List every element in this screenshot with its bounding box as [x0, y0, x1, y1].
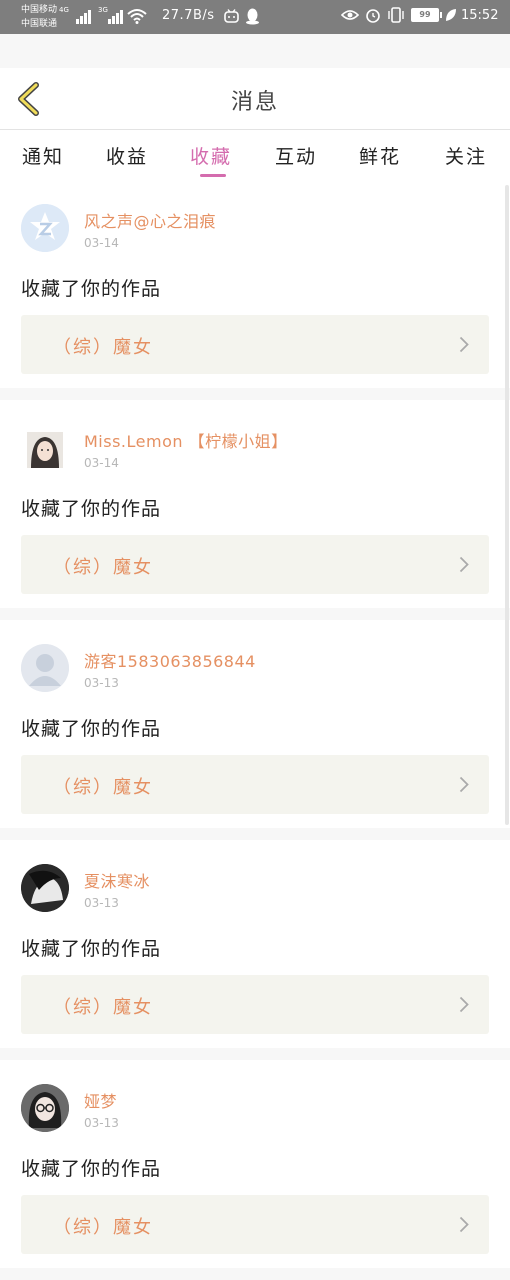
girl-photo-icon [27, 432, 63, 468]
carrier-info: 中国移动 4G 中国联通 [21, 3, 69, 31]
bilibili-icon [224, 9, 239, 23]
chevron-right-icon [459, 1216, 469, 1233]
avatar[interactable] [21, 644, 69, 692]
chevron-right-icon [459, 556, 469, 573]
action-text: 收藏了你的作品 [21, 278, 162, 300]
tab-follow[interactable]: 关注 [445, 142, 487, 169]
action-text: 收藏了你的作品 [21, 498, 162, 520]
signal-icon-2 [108, 8, 123, 24]
username[interactable]: 夏沫寒冰 [84, 868, 150, 892]
page-title: 消息 [230, 90, 279, 115]
active-tab-indicator [200, 174, 226, 177]
glasses-photo-icon [21, 1084, 69, 1132]
work-link[interactable]: （综）魔女 [21, 315, 489, 374]
carrier2-label: 中国联通 [21, 19, 58, 29]
work-title: （综）魔女 [53, 997, 153, 1018]
message-date: 03-13 [84, 1116, 119, 1130]
zhihu-style-avatar-icon [21, 204, 69, 252]
clock: 15:52 [461, 8, 499, 23]
username[interactable]: 娅梦 [84, 1088, 117, 1112]
action-text: 收藏了你的作品 [21, 1158, 162, 1180]
message-date: 03-13 [84, 676, 119, 690]
battery-icon: 99 [411, 8, 442, 22]
chevron-right-icon [459, 336, 469, 353]
list-item: 游客1583063856844 03-13 收藏了你的作品 （综）魔女 [0, 620, 510, 828]
carrier1-network: 4G [59, 6, 69, 14]
network-speed: 27.7B/s [162, 8, 215, 23]
header-spacer [0, 34, 510, 68]
list-item: 夏沫寒冰 03-13 收藏了你的作品 （综）魔女 [0, 840, 510, 1048]
status-icons: 99 [341, 7, 457, 23]
message-date: 03-14 [84, 236, 119, 250]
carrier2-network: 3G [98, 6, 108, 14]
dark-photo-icon [21, 864, 69, 912]
username[interactable]: 风之声@心之泪痕 [84, 208, 216, 232]
message-date: 03-14 [84, 456, 119, 470]
avatar[interactable] [21, 204, 69, 252]
eye-icon [341, 10, 359, 20]
chevron-right-icon [459, 776, 469, 793]
action-text: 收藏了你的作品 [21, 718, 162, 740]
list-item: Miss.Lemon 【柠檬小姐】 03-14 收藏了你的作品 （综）魔女 [0, 400, 510, 608]
tab-favorites[interactable]: 收藏 [190, 142, 232, 169]
message-date: 03-13 [84, 896, 119, 910]
status-bar: 中国移动 4G 中国联通 3G 27.7B/s 99 15:52 [0, 0, 510, 34]
vibrate-icon [388, 7, 404, 23]
signal-icon [76, 8, 91, 24]
scrollbar[interactable] [505, 185, 509, 825]
tab-bar: 通知 收益 收藏 互动 鲜花 关注 [0, 130, 510, 180]
alarm-icon [366, 9, 380, 23]
message-list: 风之声@心之泪痕 03-14 收藏了你的作品 （综）魔女 Miss.Lemon … [0, 180, 510, 1280]
qq-icon [246, 8, 259, 25]
tab-interaction[interactable]: 互动 [275, 142, 317, 169]
avatar[interactable] [21, 1084, 69, 1132]
work-title: （综）魔女 [53, 1217, 153, 1238]
nav-header: 消息 [0, 68, 510, 130]
leaf-icon [446, 9, 456, 21]
username[interactable]: Miss.Lemon 【柠檬小姐】 [84, 428, 288, 452]
tab-earnings[interactable]: 收益 [106, 142, 148, 169]
tab-flowers[interactable]: 鲜花 [359, 142, 401, 169]
work-link[interactable]: （综）魔女 [21, 755, 489, 814]
wifi-icon [127, 9, 147, 24]
action-text: 收藏了你的作品 [21, 938, 162, 960]
avatar[interactable] [21, 864, 69, 912]
tab-notice[interactable]: 通知 [22, 142, 64, 169]
work-title: （综）魔女 [53, 557, 153, 578]
avatar[interactable] [27, 432, 63, 468]
work-link[interactable]: （综）魔女 [21, 535, 489, 594]
default-person-icon [21, 644, 69, 692]
list-item: 娅梦 03-13 收藏了你的作品 （综）魔女 [0, 1060, 510, 1268]
work-link[interactable]: （综）魔女 [21, 975, 489, 1034]
work-title: （综）魔女 [53, 337, 153, 358]
chevron-right-icon [459, 996, 469, 1013]
carrier1-label: 中国移动 [21, 5, 58, 15]
work-title: （综）魔女 [53, 777, 153, 798]
list-item: 风之声@心之泪痕 03-14 收藏了你的作品 （综）魔女 [0, 180, 510, 388]
work-link[interactable]: （综）魔女 [21, 1195, 489, 1254]
username[interactable]: 游客1583063856844 [84, 648, 256, 672]
